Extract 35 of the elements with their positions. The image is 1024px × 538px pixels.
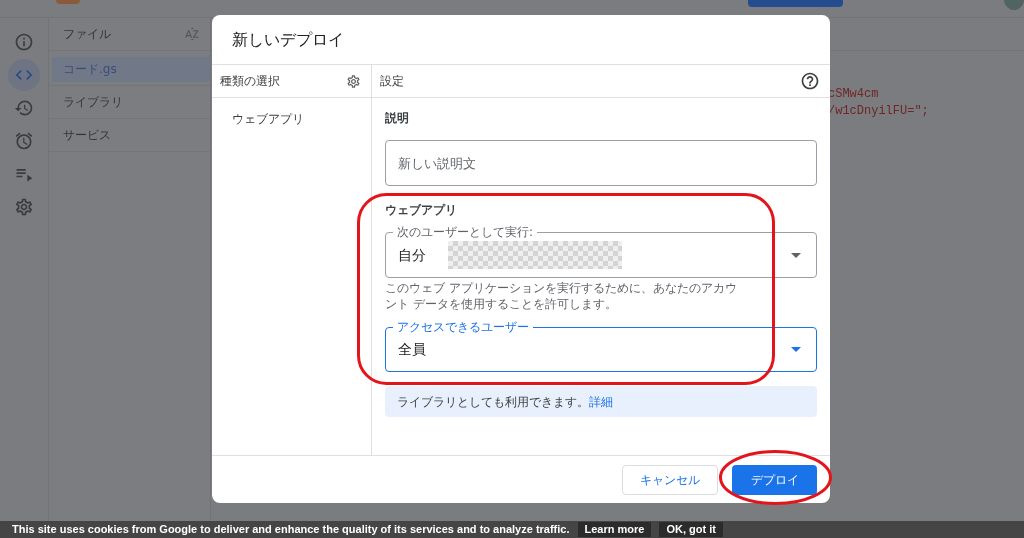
deploy-button[interactable]: デプロイ — [732, 464, 817, 495]
cookie-message: This site uses cookies from Google to deliver and enhance the quality of its services and to analyze traffic. — [12, 522, 570, 538]
select-value: 自分 — [398, 245, 426, 265]
deployment-type-item[interactable]: ウェブアプリ — [212, 104, 371, 134]
help-icon[interactable] — [800, 71, 820, 91]
section-title: ファイル — [63, 26, 111, 43]
settings-icon — [14, 197, 34, 217]
code-line: cSMw4cm — [828, 87, 880, 101]
dialog-title: 新しいデプロイ — [232, 28, 344, 51]
section-title: サービス — [63, 127, 111, 144]
section-title: ライブラリ — [63, 94, 123, 111]
dropdown-caret-icon — [791, 252, 801, 258]
app-logo-icon — [56, 0, 80, 4]
permission-note: このウェブ アプリケーションを実行するために、あなたのアカウント データを使用することを許可します。 — [385, 280, 738, 312]
field-label: アクセスできるユーザー — [393, 320, 533, 334]
notice-text: ライブラリとしても利用できます。 — [397, 393, 589, 411]
info-icon — [14, 32, 34, 52]
dropdown-caret-icon — [791, 347, 801, 352]
column-heading: 設定 — [380, 73, 404, 90]
rail-button[interactable] — [8, 59, 40, 91]
code-line: /w1cDnyilFU="; — [828, 104, 930, 118]
cookie-button[interactable]: OK, got it — [659, 522, 723, 537]
description-input[interactable]: 新しい説明文 — [385, 140, 817, 186]
cancel-button[interactable]: キャンセル — [622, 464, 718, 495]
column-heading: 種類の選択 — [220, 73, 280, 90]
history-icon — [14, 98, 34, 118]
details-link[interactable]: 詳細 — [589, 392, 613, 411]
cookie-button[interactable]: Learn more — [577, 522, 652, 537]
alarm-clock-icon — [14, 131, 34, 151]
select-value: 全員 — [398, 340, 426, 359]
settings-icon[interactable] — [346, 73, 361, 89]
field-label: 次のユーザーとして実行: — [393, 225, 538, 239]
sort-icon[interactable] — [184, 26, 200, 42]
section-heading: ウェブアプリ — [385, 202, 458, 218]
field-heading: 説明 — [385, 110, 410, 126]
